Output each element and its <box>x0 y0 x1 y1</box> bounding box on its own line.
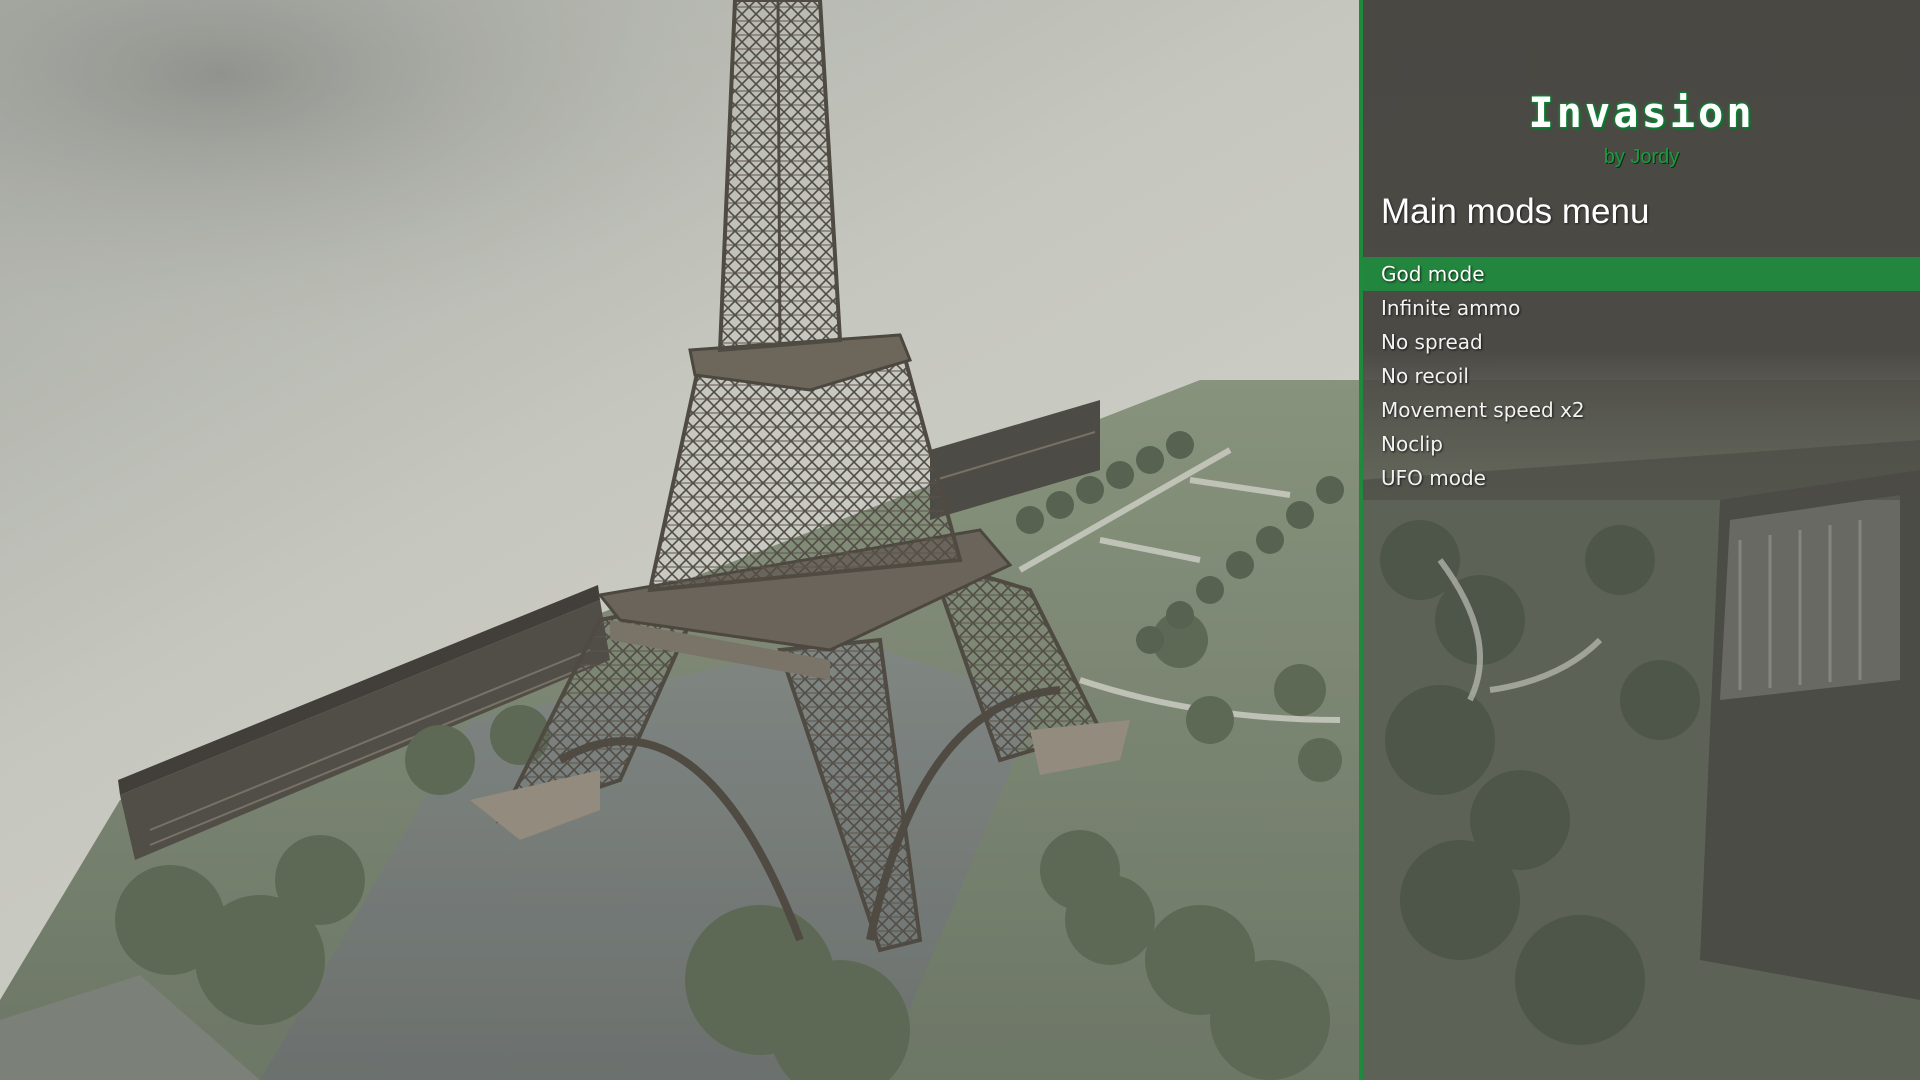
menu-item-label: No spread <box>1381 330 1483 354</box>
menu-item-no-recoil[interactable]: No recoil <box>1363 359 1920 393</box>
menu-item-god-mode[interactable]: God mode <box>1363 257 1920 291</box>
menu-item-label: UFO mode <box>1381 466 1486 490</box>
menu-item-movement-speed[interactable]: Movement speed x2 <box>1363 393 1920 427</box>
menu-item-infinite-ammo[interactable]: Infinite ammo <box>1363 291 1920 325</box>
menu-item-label: Movement speed x2 <box>1381 398 1585 422</box>
game-screen: Invasion by Jordy Main mods menu God mod… <box>0 0 1920 1080</box>
menu-author: by Jordy <box>1603 146 1680 168</box>
menu-item-label: Infinite ammo <box>1381 296 1521 320</box>
menu-item-label: Noclip <box>1381 432 1444 456</box>
menu-item-ufo-mode[interactable]: UFO mode <box>1363 461 1920 495</box>
menu-heading: Main mods menu <box>1381 192 1650 231</box>
menu-title: Invasion <box>1528 88 1755 137</box>
menu-item-no-spread[interactable]: No spread <box>1363 325 1920 359</box>
menu-item-noclip[interactable]: Noclip <box>1363 427 1920 461</box>
mod-options-list: God mode Infinite ammo No spread No reco… <box>1363 257 1920 495</box>
menu-item-label: God mode <box>1381 262 1485 286</box>
menu-item-label: No recoil <box>1381 364 1469 388</box>
mod-menu-panel: Invasion by Jordy Main mods menu God mod… <box>1359 0 1920 1080</box>
